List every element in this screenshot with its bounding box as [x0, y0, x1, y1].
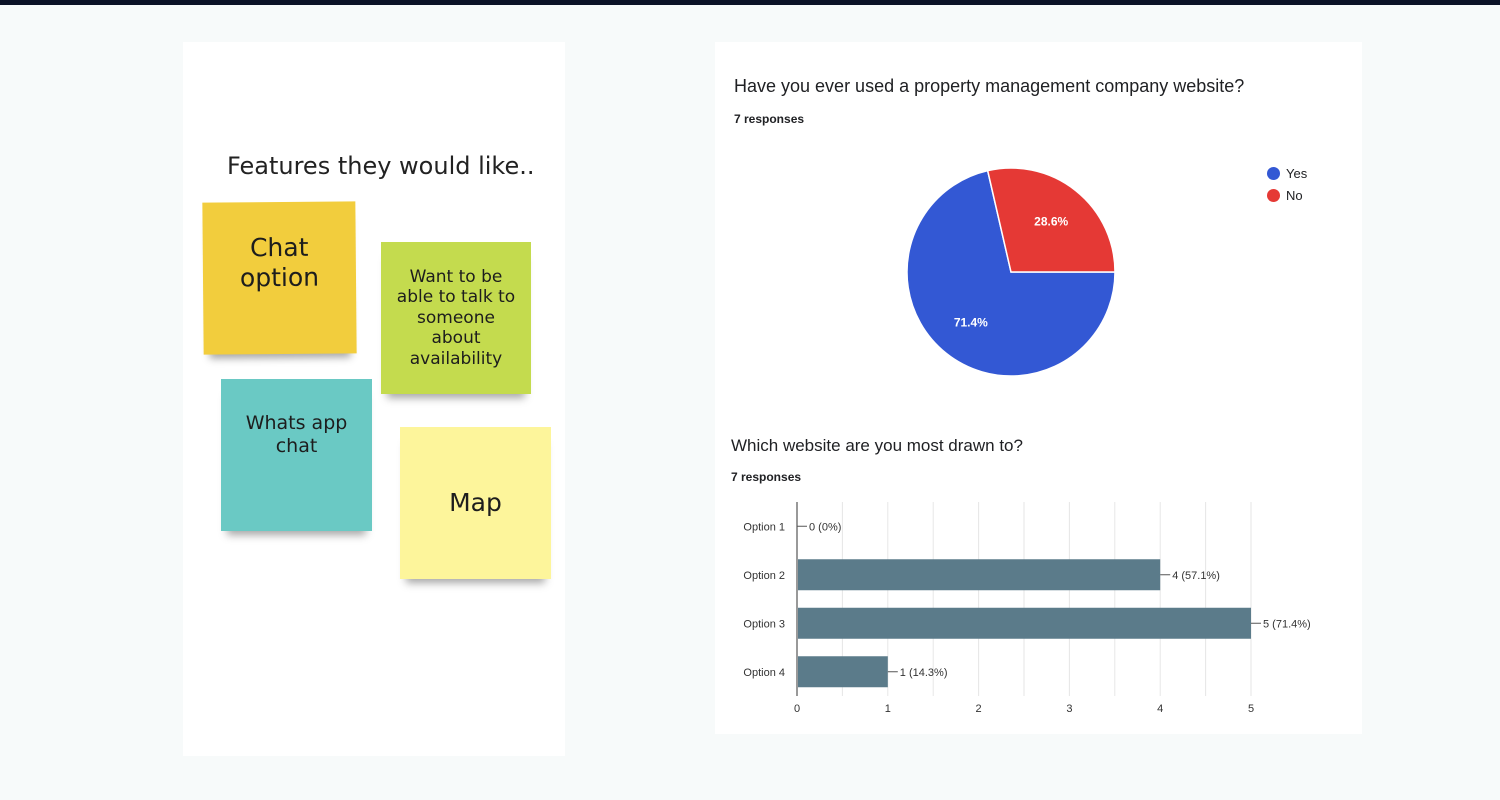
sticky-note-text: Whats app chat [245, 412, 348, 457]
data-label: 5 (71.4%) [1263, 618, 1311, 630]
category-label: Option 1 [743, 521, 785, 533]
x-tick-label: 1 [885, 703, 891, 715]
legend-item-yes: Yes [1267, 166, 1307, 181]
legend-swatch-yes [1267, 167, 1280, 180]
category-label: Option 4 [743, 667, 785, 679]
sticky-note-talk-to-someone: Want to be able to talk to someone about… [381, 242, 531, 394]
pie-label-yes: 71.4% [954, 315, 988, 329]
pie-label-no: 28.6% [1034, 215, 1068, 229]
bar-question-title: Which website are you most drawn to? [731, 436, 1023, 455]
category-label: Option 2 [743, 570, 785, 582]
data-label: 4 (57.1%) [1172, 570, 1220, 582]
bar-responses-count: 7 responses [731, 470, 802, 484]
sticky-note-map: Map [400, 427, 551, 579]
data-label: 0 (0%) [809, 521, 841, 533]
sticky-note-text: Want to be able to talk to someone about… [396, 267, 516, 369]
sticky-note-text: Map [449, 488, 502, 517]
bar-option-3 [798, 607, 1251, 639]
x-tick-label: 3 [1066, 703, 1072, 715]
panel-title: Features they would like.. [227, 152, 535, 180]
legend-label-no: No [1286, 188, 1303, 203]
sticky-note-text: Chat option [239, 232, 320, 293]
x-tick-label: 0 [794, 703, 800, 715]
x-tick-label: 5 [1248, 703, 1254, 715]
x-tick-label: 4 [1157, 703, 1163, 715]
survey-results-panel: Have you ever used a property management… [715, 42, 1362, 734]
bar-chart: Option 1 0 (0%) Option 2 4 (57.1%) Option 3 5… [743, 502, 1311, 715]
x-tick-label: 2 [976, 703, 982, 715]
bar-option-2 [798, 559, 1161, 591]
legend-label-yes: Yes [1286, 166, 1308, 181]
feature-notes-panel: Features they would like.. Chat option W… [183, 42, 565, 756]
sticky-note-chat-option: Chat option [202, 201, 357, 355]
legend-swatch-no [1267, 189, 1280, 202]
category-label: Option 3 [743, 618, 785, 630]
pie-chart: 71.4% 28.6% [906, 167, 1116, 377]
data-label: 1 (14.3%) [900, 667, 948, 679]
top-bar [0, 0, 1500, 5]
legend-item-no: No [1267, 188, 1303, 203]
sticky-note-whatsapp-chat: Whats app chat [221, 379, 372, 531]
bar-option-4 [798, 656, 888, 688]
